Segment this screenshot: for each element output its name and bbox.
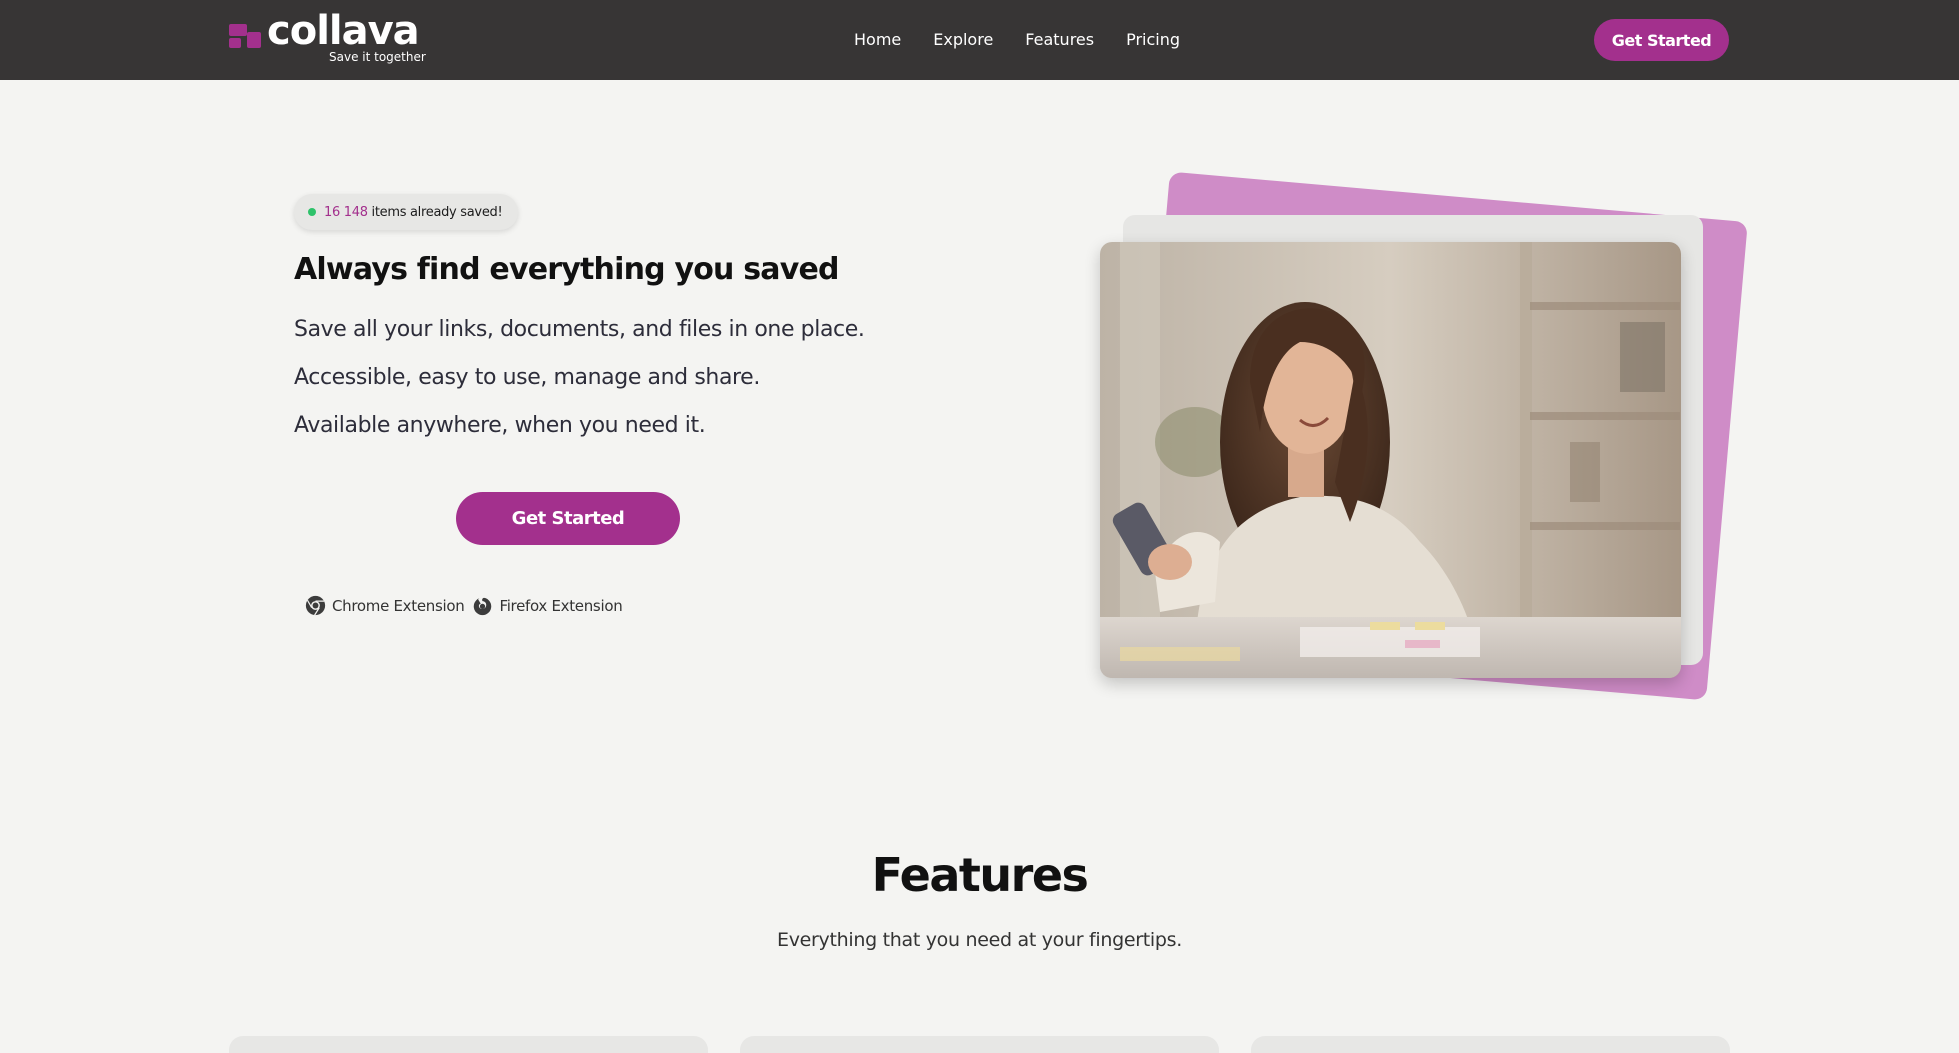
hero-photo-woman-with-phone <box>1100 242 1681 678</box>
saved-items-counter-badge: 16 148 items already saved! <box>294 194 519 230</box>
nav-link-home[interactable]: Home <box>854 30 901 49</box>
saved-items-label: items already saved! <box>371 204 503 220</box>
hero-get-started-button[interactable]: Get Started <box>456 492 680 545</box>
hero-description-line: Available anywhere, when you need it. <box>294 413 706 438</box>
feature-card <box>229 1036 708 1053</box>
chrome-extension-label: Chrome Extension <box>332 596 465 615</box>
features-section-subtitle: Everything that you need at your fingert… <box>777 929 1182 951</box>
logo-wordmark: collava <box>267 8 420 54</box>
chrome-extension-link[interactable]: Chrome Extension <box>305 595 465 616</box>
header-get-started-button[interactable]: Get Started <box>1594 19 1729 61</box>
chrome-icon <box>305 595 326 616</box>
hero-description-line: Accessible, easy to use, manage and shar… <box>294 365 760 390</box>
hero-title: Always find everything you saved <box>294 252 840 287</box>
nav-link-features[interactable]: Features <box>1025 30 1094 49</box>
feature-card <box>1251 1036 1730 1053</box>
feature-card <box>740 1036 1219 1053</box>
firefox-extension-link[interactable]: Firefox Extension <box>472 595 623 616</box>
nav-link-explore[interactable]: Explore <box>933 30 993 49</box>
logo-mark-icon <box>229 24 265 50</box>
hero-description-line: Save all your links, documents, and file… <box>294 317 865 342</box>
logo-tagline: Save it together <box>329 50 426 64</box>
firefox-extension-label: Firefox Extension <box>499 596 623 615</box>
logo[interactable]: collava Save it together <box>229 8 429 66</box>
features-section-title: Features <box>871 848 1089 902</box>
top-navbar: collava Save it together Home Explore Fe… <box>0 0 1959 80</box>
saved-items-count: 16 148 <box>324 204 368 220</box>
status-dot-icon <box>308 208 316 216</box>
main-nav: Home Explore Features Pricing <box>854 30 1180 49</box>
firefox-icon <box>474 596 492 616</box>
browser-extensions: Chrome Extension Firefox Extension <box>305 595 623 616</box>
nav-link-pricing[interactable]: Pricing <box>1126 30 1180 49</box>
